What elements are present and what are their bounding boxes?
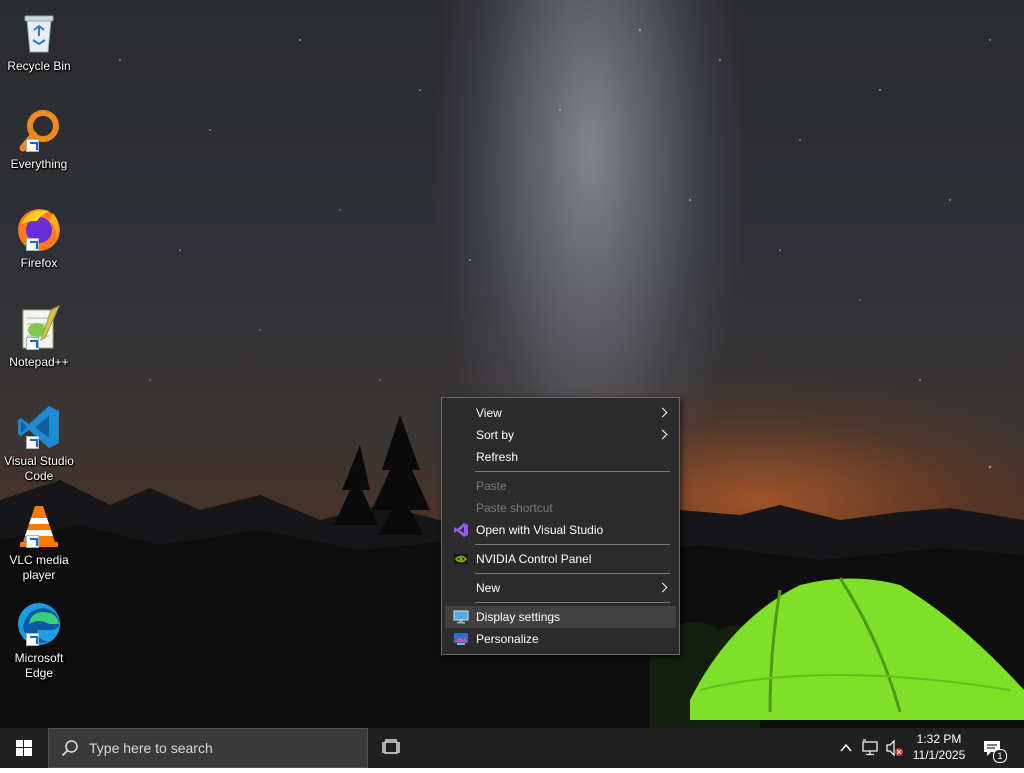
desktop-icon-everything[interactable]: Everything: [2, 106, 76, 172]
menu-separator: [475, 471, 670, 472]
vlc-icon: [15, 502, 63, 550]
volume-muted-icon: [886, 739, 903, 757]
task-view-button[interactable]: [376, 728, 408, 768]
menu-item-paste[interactable]: Paste: [445, 475, 676, 497]
nvidia-icon: [454, 554, 468, 564]
desktop-icon-notepadpp[interactable]: Notepad++: [2, 304, 76, 370]
chevron-right-icon: [657, 429, 668, 440]
visual-studio-icon: [454, 523, 468, 537]
task-view-icon: [382, 739, 400, 754]
menu-item-nvidia-control-panel[interactable]: NVIDIA Control Panel: [445, 548, 676, 570]
shortcut-arrow-icon: [26, 633, 39, 646]
notepadpp-icon: [15, 304, 63, 352]
windows-logo-icon: [16, 740, 32, 756]
shortcut-arrow-icon: [26, 535, 39, 548]
vscode-icon: [15, 403, 63, 451]
menu-item-open-with-visual-studio[interactable]: Open with Visual Studio: [445, 519, 676, 541]
firefox-icon: [15, 205, 63, 253]
edge-icon: [15, 600, 63, 648]
show-hidden-icons-button[interactable]: [836, 728, 856, 768]
shortcut-arrow-icon: [26, 238, 39, 251]
desktop-icon-firefox[interactable]: Firefox: [2, 205, 76, 271]
desktop-icon-vscode[interactable]: Visual Studio Code: [2, 403, 76, 484]
chevron-right-icon: [657, 582, 668, 593]
shortcut-arrow-icon: [26, 337, 39, 350]
menu-item-display-settings[interactable]: Display settings: [445, 606, 676, 628]
search-icon: [61, 740, 78, 757]
menu-item-view[interactable]: View: [445, 402, 676, 424]
volume-button[interactable]: [884, 728, 906, 768]
clock-time: 1:32 PM: [916, 732, 962, 746]
desktop-icon-recycle-bin[interactable]: Recycle Bin: [2, 8, 76, 74]
network-icon: [862, 739, 878, 756]
menu-item-sort-by[interactable]: Sort by: [445, 424, 676, 446]
display-monitor-icon: [453, 610, 469, 624]
menu-item-personalize[interactable]: Personalize: [445, 628, 676, 650]
notification-count-badge: 1: [993, 749, 1007, 763]
recycle-bin-icon: [15, 8, 63, 56]
menu-separator: [475, 573, 670, 574]
menu-item-new[interactable]: New: [445, 577, 676, 599]
taskbar: Type here to search 1:32 PM 11/1/2025 1: [0, 728, 1024, 768]
personalize-icon: [454, 633, 468, 645]
desktop-icon-edge[interactable]: Microsoft Edge: [2, 600, 76, 681]
shortcut-arrow-icon: [26, 139, 39, 152]
menu-separator: [475, 544, 670, 545]
menu-item-paste-shortcut[interactable]: Paste shortcut: [445, 497, 676, 519]
start-button[interactable]: [0, 728, 48, 768]
search-placeholder: Type here to search: [89, 740, 213, 756]
menu-separator: [475, 602, 670, 603]
network-status-button[interactable]: [860, 728, 882, 768]
desktop-context-menu: View Sort by Refresh Paste Paste shortcu…: [441, 397, 680, 655]
everything-search-icon: [15, 106, 63, 154]
desktop-icon-vlc[interactable]: VLC media player: [2, 502, 76, 583]
action-center-button[interactable]: 1: [980, 728, 1007, 768]
taskbar-clock[interactable]: 1:32 PM 11/1/2025: [906, 728, 972, 768]
shortcut-arrow-icon: [26, 436, 39, 449]
clock-date: 11/1/2025: [912, 748, 966, 762]
chevron-up-icon: [840, 743, 852, 752]
menu-item-refresh[interactable]: Refresh: [445, 446, 676, 468]
chevron-right-icon: [657, 407, 668, 418]
taskbar-search-box[interactable]: Type here to search: [48, 728, 368, 768]
